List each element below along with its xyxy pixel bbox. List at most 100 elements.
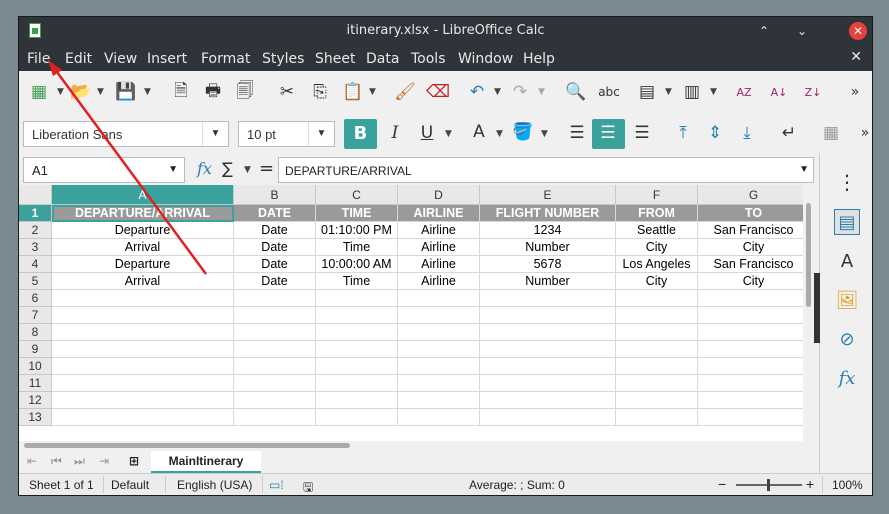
table-cell[interactable] xyxy=(616,307,698,324)
table-cell[interactable] xyxy=(398,290,480,307)
page-style[interactable]: Default xyxy=(111,478,149,492)
header-cell[interactable]: FLIGHT NUMBER xyxy=(480,205,616,222)
sum-dropdown-icon[interactable]: ▼ xyxy=(244,165,251,175)
table-cell[interactable]: Seattle xyxy=(616,222,698,239)
table-cell[interactable]: Los Angeles xyxy=(616,256,698,273)
sidebar-menu-icon[interactable]: ⋮ xyxy=(834,169,860,195)
document-modified-icon[interactable]: 🖫 xyxy=(303,478,313,495)
table-cell[interactable] xyxy=(52,358,234,375)
prev-sheet-icon[interactable]: ⏮ xyxy=(51,454,62,469)
table-cell[interactable]: Time xyxy=(316,273,398,290)
table-cell[interactable] xyxy=(480,358,616,375)
underline-dropdown-icon[interactable]: ▼ xyxy=(445,129,452,139)
new-spreadsheet-icon[interactable]: ▦ xyxy=(27,80,51,104)
table-cell[interactable] xyxy=(616,409,698,426)
menu-view[interactable]: View xyxy=(104,51,137,67)
redo-dropdown-icon[interactable]: ▼ xyxy=(538,87,545,97)
merge-cells-icon[interactable]: ▦ xyxy=(819,121,843,145)
column-header-b[interactable]: B xyxy=(234,185,316,205)
table-cell[interactable] xyxy=(616,290,698,307)
table-cell[interactable]: Date xyxy=(234,222,316,239)
horizontal-scroll-thumb[interactable] xyxy=(24,443,350,448)
table-cell[interactable]: Arrival xyxy=(52,239,234,256)
menu-styles[interactable]: Styles xyxy=(262,51,304,67)
table-cell[interactable] xyxy=(316,324,398,341)
menu-edit[interactable]: Edit xyxy=(65,51,92,67)
row-header[interactable]: 12 xyxy=(19,392,52,409)
table-cell[interactable]: Airline xyxy=(398,273,480,290)
highlight-color-icon[interactable]: 🪣 xyxy=(511,120,535,144)
new-dropdown-icon[interactable]: ▼ xyxy=(57,87,64,97)
table-cell[interactable] xyxy=(698,324,803,341)
table-cell[interactable] xyxy=(398,375,480,392)
table-cell[interactable] xyxy=(234,392,316,409)
header-cell[interactable]: AIRLINE xyxy=(398,205,480,222)
column-header-d[interactable]: D xyxy=(398,185,480,205)
column-header-e[interactable]: E xyxy=(480,185,616,205)
row-header[interactable]: 5 xyxy=(19,273,52,290)
font-color-dropdown-icon[interactable]: ▼ xyxy=(496,129,503,139)
properties-icon[interactable]: ▤ xyxy=(834,209,860,235)
table-cell[interactable]: San Francisco xyxy=(698,256,803,273)
clone-formatting-icon[interactable]: 🖌 xyxy=(393,80,417,104)
table-cell[interactable] xyxy=(616,341,698,358)
table-cell[interactable]: Date xyxy=(234,273,316,290)
column-header-c[interactable]: C xyxy=(316,185,398,205)
sort-icon[interactable]: AZ xyxy=(732,80,756,104)
header-cell[interactable]: TO xyxy=(698,205,803,222)
select-all-corner[interactable] xyxy=(19,185,52,205)
table-cell[interactable] xyxy=(398,341,480,358)
row-header[interactable]: 1 xyxy=(19,205,52,222)
align-top-icon[interactable]: ⤒ xyxy=(671,121,695,145)
sum-icon[interactable]: ∑ xyxy=(222,159,233,178)
zoom-level[interactable]: 100% xyxy=(832,478,863,492)
horizontal-scrollbar[interactable] xyxy=(19,441,819,451)
navigator-icon[interactable]: ⊘ xyxy=(834,326,860,352)
paste-icon[interactable]: 📋 xyxy=(341,80,365,104)
table-cell[interactable] xyxy=(234,375,316,392)
table-cell[interactable] xyxy=(234,341,316,358)
zoom-out-button[interactable]: − xyxy=(718,476,726,492)
table-cell[interactable] xyxy=(234,358,316,375)
table-cell[interactable] xyxy=(316,290,398,307)
vertical-scroll-thumb[interactable] xyxy=(806,203,811,307)
table-cell[interactable] xyxy=(398,324,480,341)
spelling-icon[interactable]: abc xyxy=(597,80,621,104)
clear-formatting-icon[interactable]: ⌫ xyxy=(426,80,450,104)
wrap-text-icon[interactable]: ↵ xyxy=(777,121,801,145)
save-dropdown-icon[interactable]: ▼ xyxy=(144,87,151,97)
align-right-icon[interactable]: ☰ xyxy=(630,121,654,145)
center-vertically-icon[interactable]: ⇕ xyxy=(703,121,727,145)
menu-file[interactable]: File xyxy=(27,51,50,67)
row-icon[interactable]: ▤ xyxy=(635,80,659,104)
sidebar-collapse-handle[interactable] xyxy=(814,273,820,343)
last-sheet-icon[interactable]: ⇥ xyxy=(99,454,109,468)
bold-button[interactable]: B xyxy=(344,119,377,149)
font-size-dropdown-icon[interactable]: ▼ xyxy=(308,122,334,146)
first-sheet-icon[interactable]: ⇤ xyxy=(27,454,37,468)
print-icon[interactable]: 🖶 xyxy=(201,80,225,104)
table-cell[interactable] xyxy=(398,307,480,324)
expand-formula-icon[interactable]: ▼ xyxy=(799,164,809,175)
menu-sheet[interactable]: Sheet xyxy=(315,51,355,67)
table-cell[interactable] xyxy=(234,324,316,341)
highlight-dropdown-icon[interactable]: ▼ xyxy=(541,129,548,139)
table-cell[interactable] xyxy=(480,290,616,307)
export-pdf-icon[interactable]: 🗎 xyxy=(169,80,193,104)
table-cell[interactable]: Departure xyxy=(52,256,234,273)
table-cell[interactable]: 10:00:00 AM xyxy=(316,256,398,273)
column-icon[interactable]: ▥ xyxy=(680,80,704,104)
table-cell[interactable]: 01:10:00 PM xyxy=(316,222,398,239)
functions-icon[interactable]: fx xyxy=(834,365,860,391)
header-cell[interactable]: TIME xyxy=(316,205,398,222)
table-cell[interactable]: Arrival xyxy=(52,273,234,290)
zoom-in-button[interactable]: + xyxy=(806,476,814,492)
table-cell[interactable]: 5678 xyxy=(480,256,616,273)
font-size-box[interactable]: 10 pt ▼ xyxy=(238,121,335,147)
menu-format[interactable]: Format xyxy=(201,51,250,67)
align-center-icon[interactable]: ☰ xyxy=(596,121,620,145)
table-cell[interactable] xyxy=(234,290,316,307)
zoom-slider[interactable] xyxy=(736,479,802,491)
row-header[interactable]: 4 xyxy=(19,256,52,273)
table-cell[interactable] xyxy=(698,341,803,358)
